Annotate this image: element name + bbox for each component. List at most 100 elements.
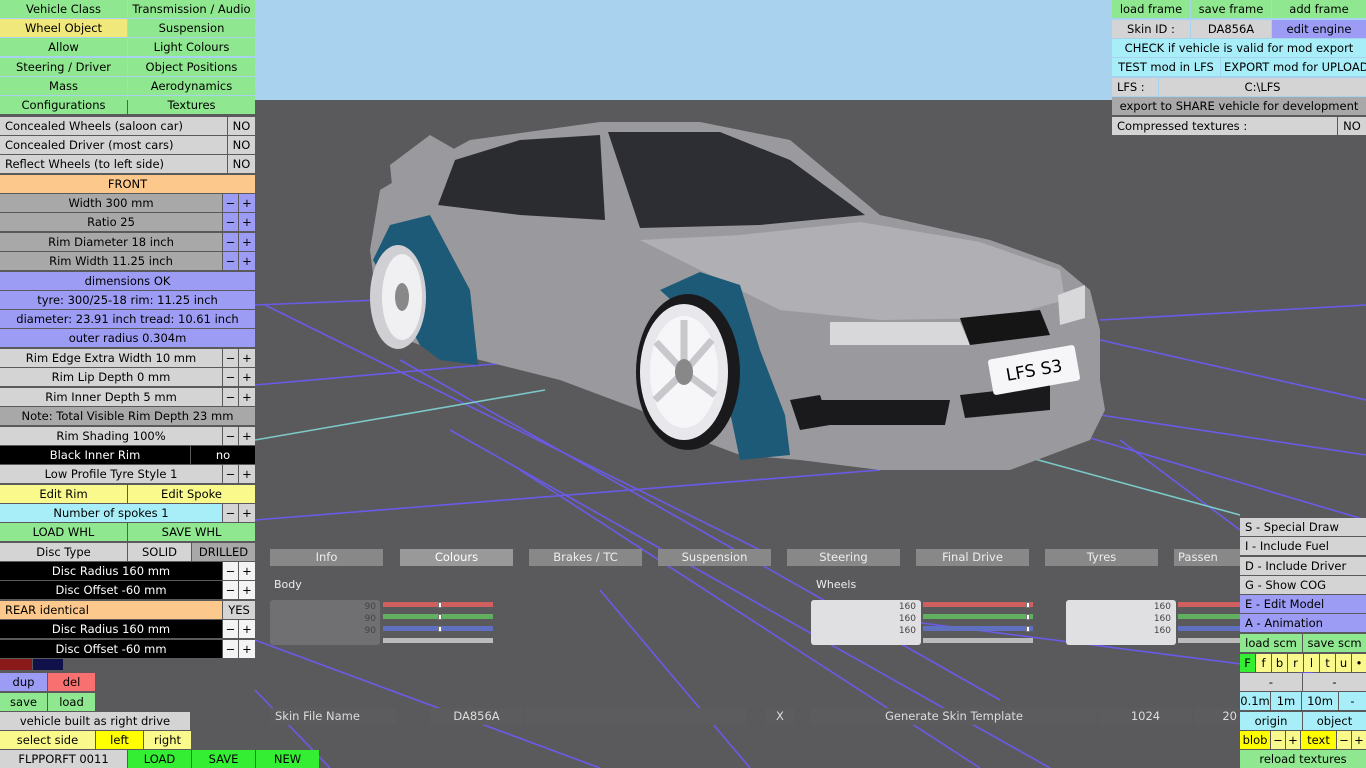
export-mod-button[interactable]: EXPORT mod for UPLOAD xyxy=(1221,58,1366,76)
edit-spoke-button[interactable]: Edit Spoke xyxy=(128,485,255,503)
wheels-blue-slider[interactable] xyxy=(923,626,1033,631)
concealed-wheels-toggle[interactable]: NO xyxy=(228,117,255,135)
blob-button[interactable]: blob xyxy=(1240,731,1270,749)
width-decrease-button[interactable]: − xyxy=(223,194,238,212)
rear-disc-radius-increase-button[interactable]: + xyxy=(239,620,255,638)
save-scm-button[interactable]: save scm xyxy=(1303,634,1366,652)
tab-suspension[interactable]: Suspension xyxy=(128,19,255,37)
third-green-slider[interactable] xyxy=(1178,614,1240,619)
rear-disc-offset-decrease-button[interactable]: − xyxy=(223,640,238,658)
lfs-path-value[interactable]: C:\LFS xyxy=(1159,78,1366,96)
edit-engine-button[interactable]: edit engine xyxy=(1272,20,1366,38)
save-vehicle-button[interactable]: SAVE xyxy=(192,750,255,768)
skin-file-field[interactable] xyxy=(525,708,747,725)
tyre-style-increase-button[interactable]: + xyxy=(239,465,255,483)
template-res-1024[interactable]: 1024 xyxy=(1099,708,1192,725)
rim-width-increase-button[interactable]: + xyxy=(239,252,255,270)
step-dash-button[interactable]: - xyxy=(1339,692,1366,710)
add-frame-button[interactable]: add frame xyxy=(1272,0,1366,18)
rim-lip-decrease-button[interactable]: − xyxy=(223,368,238,386)
tab-info[interactable]: Info xyxy=(270,549,383,566)
rim-diameter-increase-button[interactable]: + xyxy=(239,233,255,251)
body-alpha-slider[interactable] xyxy=(383,638,493,643)
del-button[interactable]: del xyxy=(48,673,95,691)
concealed-driver-toggle[interactable]: NO xyxy=(228,136,255,154)
wheels-green-knob[interactable] xyxy=(1025,614,1030,620)
wheels-alpha-slider[interactable] xyxy=(923,638,1033,643)
blob-minus-button[interactable]: − xyxy=(1271,731,1285,749)
tab-light-colours[interactable]: Light Colours xyxy=(128,38,255,56)
rim-inner-decrease-button[interactable]: − xyxy=(223,388,238,406)
flag-b[interactable]: b xyxy=(1272,654,1287,672)
rim-width-decrease-button[interactable]: − xyxy=(223,252,238,270)
tab-final-drive[interactable]: Final Drive xyxy=(916,549,1029,566)
disc-offset-decrease-button[interactable]: − xyxy=(223,581,238,599)
tab-suspension-setup[interactable]: Suspension xyxy=(658,549,771,566)
disc-radius-decrease-button[interactable]: − xyxy=(223,562,238,580)
rim-lip-increase-button[interactable]: + xyxy=(239,368,255,386)
tab-textures[interactable]: Textures xyxy=(128,96,255,114)
width-increase-button[interactable]: + xyxy=(239,194,255,212)
black-inner-rim-toggle[interactable]: no xyxy=(191,446,255,464)
rim-edge-decrease-button[interactable]: − xyxy=(223,349,238,367)
dup-button[interactable]: dup xyxy=(0,673,47,691)
disc-radius-increase-button[interactable]: + xyxy=(239,562,255,580)
body-red-knob[interactable] xyxy=(438,602,443,608)
step-10m-button[interactable]: 10m xyxy=(1302,692,1338,710)
load-scm-button[interactable]: load scm xyxy=(1240,634,1302,652)
load-vehicle-button[interactable]: LOAD xyxy=(128,750,191,768)
rim-inner-increase-button[interactable]: + xyxy=(239,388,255,406)
save-whl-button[interactable]: SAVE WHL xyxy=(128,523,255,541)
wheels-blue-knob[interactable] xyxy=(1025,626,1030,632)
text-plus-button[interactable]: + xyxy=(1352,731,1366,749)
save-small-button[interactable]: save xyxy=(0,693,47,711)
text-minus-button[interactable]: − xyxy=(1337,731,1351,749)
animation-button[interactable]: A - Animation xyxy=(1240,614,1366,632)
clear-skin-button[interactable]: X xyxy=(765,708,795,725)
test-mod-button[interactable]: TEST mod in LFS xyxy=(1112,58,1220,76)
load-small-button[interactable]: load xyxy=(48,693,95,711)
object-button[interactable]: object xyxy=(1303,712,1366,730)
tab-allow[interactable]: Allow xyxy=(0,38,127,56)
tab-steering[interactable]: Steering xyxy=(787,549,900,566)
step-1m-button[interactable]: 1m xyxy=(1271,692,1301,710)
step-0-1m-button[interactable]: 0.1m xyxy=(1240,692,1270,710)
text-button[interactable]: text xyxy=(1301,731,1336,749)
disc-type-drilled[interactable]: DRILLED xyxy=(192,543,255,561)
third-alpha-slider[interactable] xyxy=(1178,638,1240,643)
rim-shading-increase-button[interactable]: + xyxy=(239,427,255,445)
special-draw-button[interactable]: S - Special Draw xyxy=(1240,518,1366,536)
flag-dot[interactable]: • xyxy=(1352,654,1366,672)
rear-identical-toggle[interactable]: YES xyxy=(223,601,255,619)
origin-button[interactable]: origin xyxy=(1240,712,1302,730)
edit-model-button[interactable]: E - Edit Model xyxy=(1240,595,1366,613)
blob-plus-button[interactable]: + xyxy=(1286,731,1300,749)
right-drive-button[interactable]: vehicle built as right drive xyxy=(0,712,190,730)
rear-disc-offset-increase-button[interactable]: + xyxy=(239,640,255,658)
spokes-decrease-button[interactable]: − xyxy=(223,504,238,522)
skin-file-value[interactable]: DA856A xyxy=(430,708,523,725)
tab-vehicle-class[interactable]: Vehicle Class xyxy=(0,0,127,18)
flag-u[interactable]: u xyxy=(1336,654,1351,672)
include-driver-button[interactable]: D - Include Driver xyxy=(1240,557,1366,575)
load-whl-button[interactable]: LOAD WHL xyxy=(0,523,127,541)
tab-mass[interactable]: Mass xyxy=(0,77,127,95)
tab-configurations[interactable]: Configurations xyxy=(0,96,127,114)
tab-passengers[interactable]: Passen xyxy=(1174,549,1240,566)
wheels-red-knob[interactable] xyxy=(1025,602,1030,608)
check-valid-button[interactable]: CHECK if vehicle is valid for mod export xyxy=(1112,39,1366,57)
select-right-button[interactable]: right xyxy=(144,731,191,749)
dash-button-1[interactable]: - xyxy=(1240,673,1302,691)
tab-tyres[interactable]: Tyres xyxy=(1045,549,1158,566)
reflect-wheels-toggle[interactable]: NO xyxy=(228,155,255,173)
ratio-increase-button[interactable]: + xyxy=(239,213,255,231)
tab-brakes-tc[interactable]: Brakes / TC xyxy=(529,549,642,566)
compressed-textures-toggle[interactable]: NO xyxy=(1338,117,1366,135)
tab-object-positions[interactable]: Object Positions xyxy=(128,58,255,76)
colour-swatch-red[interactable] xyxy=(0,659,32,670)
edit-rim-button[interactable]: Edit Rim xyxy=(0,485,127,503)
tab-steering-driver[interactable]: Steering / Driver xyxy=(0,58,127,76)
flag-F[interactable]: F xyxy=(1240,654,1255,672)
third-red-slider[interactable] xyxy=(1178,602,1240,607)
rim-diameter-decrease-button[interactable]: − xyxy=(223,233,238,251)
